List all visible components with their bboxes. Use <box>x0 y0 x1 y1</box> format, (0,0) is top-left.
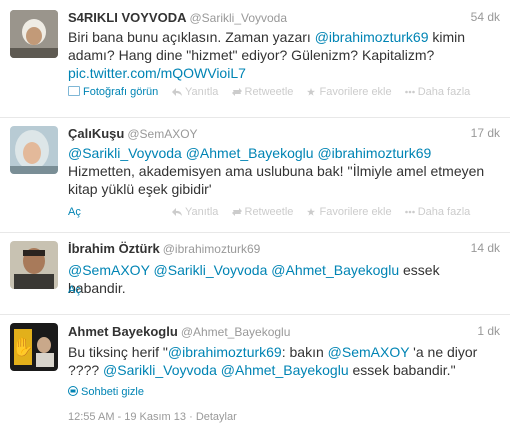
user-name[interactable]: S4RIKLI VOYVODA <box>68 10 186 25</box>
avatar[interactable] <box>10 10 58 58</box>
retweet-action[interactable]: Retweetle <box>231 206 294 218</box>
text-segment: Biri bana bunu açıklasın. Zaman yazarı <box>68 29 315 45</box>
tweet-text: @SemAXOY @Sarikli_Voyvoda @Ahmet_Bayekog… <box>68 261 498 297</box>
user-handle[interactable]: @SemAXOY <box>127 127 197 141</box>
tweet-header: Ahmet Bayekoglu @Ahmet_Bayekoglu <box>68 324 290 339</box>
favorite-action[interactable]: Favorilere ekle <box>306 86 392 98</box>
text-segment: : bakın <box>281 344 328 360</box>
favorite-action[interactable]: Favorilere ekle <box>306 206 392 218</box>
timestamp[interactable]: 1 dk <box>477 324 500 338</box>
tweet-header: ÇalıKuşu @SemAXOY <box>68 126 198 141</box>
retweet-label: Retweetle <box>244 86 294 98</box>
mention-link[interactable]: @SemAXOY <box>68 262 150 278</box>
tweet-header: S4RIKLI VOYVODA @Sarikli_Voyvoda <box>68 10 287 25</box>
mention-link[interactable]: @ibrahimozturk69 <box>317 145 431 161</box>
timestamp[interactable]: 54 dk <box>471 10 500 24</box>
reply-label: Yanıtla <box>185 206 219 218</box>
mention-link[interactable]: @ibrahimozturk69 <box>168 344 282 360</box>
view-photo-label: Fotoğrafı görün <box>83 86 159 98</box>
more-icon <box>404 210 415 214</box>
tweet[interactable]: İbrahim Öztürk @ibrahimozturk69 14 dk @Se… <box>0 232 510 312</box>
photo-icon <box>68 86 80 96</box>
more-label: Daha fazla <box>417 206 471 218</box>
retweet-label: Retweetle <box>244 206 294 218</box>
text-segment: Bu tiksinç herif " <box>68 344 168 360</box>
retweet-action[interactable]: Retweetle <box>231 86 294 98</box>
hide-conversation-link[interactable]: Sohbeti gizle <box>68 386 144 398</box>
tweet-detail-time: 12:55 AM - 19 Kasım 13 · Detaylar <box>68 411 237 423</box>
mention-link[interactable]: @Ahmet_Bayekoglu <box>186 145 314 161</box>
mention-link[interactable]: @ibrahimozturk69 <box>315 29 429 45</box>
user-handle[interactable]: @ibrahimozturk69 <box>163 242 261 256</box>
conversation-icon <box>68 386 78 396</box>
more-icon <box>404 90 415 94</box>
tweet-text: Bu tiksinç herif "@ibrahimozturk69: bakı… <box>68 343 498 379</box>
retweet-icon <box>231 88 242 96</box>
avatar-image: ✋ <box>10 323 58 371</box>
tweet-header: İbrahim Öztürk @ibrahimozturk69 <box>68 241 260 256</box>
reply-action[interactable]: Yanıtla <box>172 86 218 98</box>
retweet-icon <box>231 208 242 216</box>
mention-link[interactable]: @Sarikli_Voyvoda <box>68 145 182 161</box>
user-name[interactable]: ÇalıKuşu <box>68 126 124 141</box>
separator-dot: · <box>189 411 196 423</box>
favorite-label: Favorilere ekle <box>319 206 392 218</box>
reply-icon <box>172 208 182 216</box>
expand-link[interactable]: Aç <box>68 284 81 296</box>
media-link[interactable]: pic.twitter.com/mQOWVioiL7 <box>68 65 246 81</box>
view-photo-link[interactable]: Fotoğrafı görün <box>68 86 158 98</box>
timestamp[interactable]: 14 dk <box>471 241 500 255</box>
star-icon <box>307 208 316 216</box>
details-link[interactable]: Detaylar <box>196 411 237 423</box>
avatar-image <box>10 241 58 289</box>
star-icon <box>307 88 316 96</box>
more-action[interactable]: Daha fazla <box>404 206 471 218</box>
avatar-image <box>10 10 58 58</box>
text-segment: essek babandir." <box>348 362 456 378</box>
user-handle[interactable]: @Ahmet_Bayekoglu <box>181 325 291 339</box>
user-name[interactable]: Ahmet Bayekoglu <box>68 324 178 339</box>
timestamp[interactable]: 17 dk <box>471 126 500 140</box>
tweet[interactable]: ÇalıKuşu @SemAXOY 17 dk @Sarikli_Voyvoda … <box>0 117 510 229</box>
full-timestamp[interactable]: 12:55 AM - 19 Kasım 13 <box>68 411 186 423</box>
avatar-image <box>10 126 58 174</box>
reply-label: Yanıtla <box>185 86 219 98</box>
more-action[interactable]: Daha fazla <box>404 86 471 98</box>
favorite-label: Favorilere ekle <box>319 86 392 98</box>
avatar[interactable] <box>10 126 58 174</box>
text-segment: Hizmetten, akademisyen ama uslubuna bak!… <box>68 163 485 197</box>
mention-link[interactable]: @Sarikli_Voyvoda <box>154 262 268 278</box>
avatar[interactable]: ✋ <box>10 323 58 371</box>
mention-link[interactable]: @Sarikli_Voyvoda <box>103 362 217 378</box>
more-label: Daha fazla <box>417 86 471 98</box>
mention-link[interactable]: @SemAXOY <box>328 344 410 360</box>
tweet-text: @Sarikli_Voyvoda @Ahmet_Bayekoglu @ibrah… <box>68 144 498 198</box>
tweet-actions: Yanıtla Retweetle Favorilere ekle Daha f… <box>172 206 480 218</box>
tweet-text: Biri bana bunu açıklasın. Zaman yazarı @… <box>68 28 498 82</box>
reply-icon <box>172 88 182 96</box>
user-handle[interactable]: @Sarikli_Voyvoda <box>189 11 287 25</box>
tweet-actions: Yanıtla Retweetle Favorilere ekle Daha f… <box>172 86 480 98</box>
mention-link[interactable]: @Ahmet_Bayekoglu <box>271 262 399 278</box>
user-name[interactable]: İbrahim Öztürk <box>68 241 160 256</box>
svg-text:✋: ✋ <box>12 336 34 358</box>
tweet[interactable]: S4RIKLI VOYVODA @Sarikli_Voyvoda 54 dk Bi… <box>0 0 510 112</box>
expand-link[interactable]: Aç <box>68 206 81 218</box>
avatar[interactable] <box>10 241 58 289</box>
reply-action[interactable]: Yanıtla <box>172 206 218 218</box>
mention-link[interactable]: @Ahmet_Bayekoglu <box>221 362 349 378</box>
hide-conversation-label: Sohbeti gizle <box>81 386 144 398</box>
tweet[interactable]: ✋ Ahmet Bayekoglu @Ahmet_Bayekoglu 1 dk B… <box>0 314 510 440</box>
